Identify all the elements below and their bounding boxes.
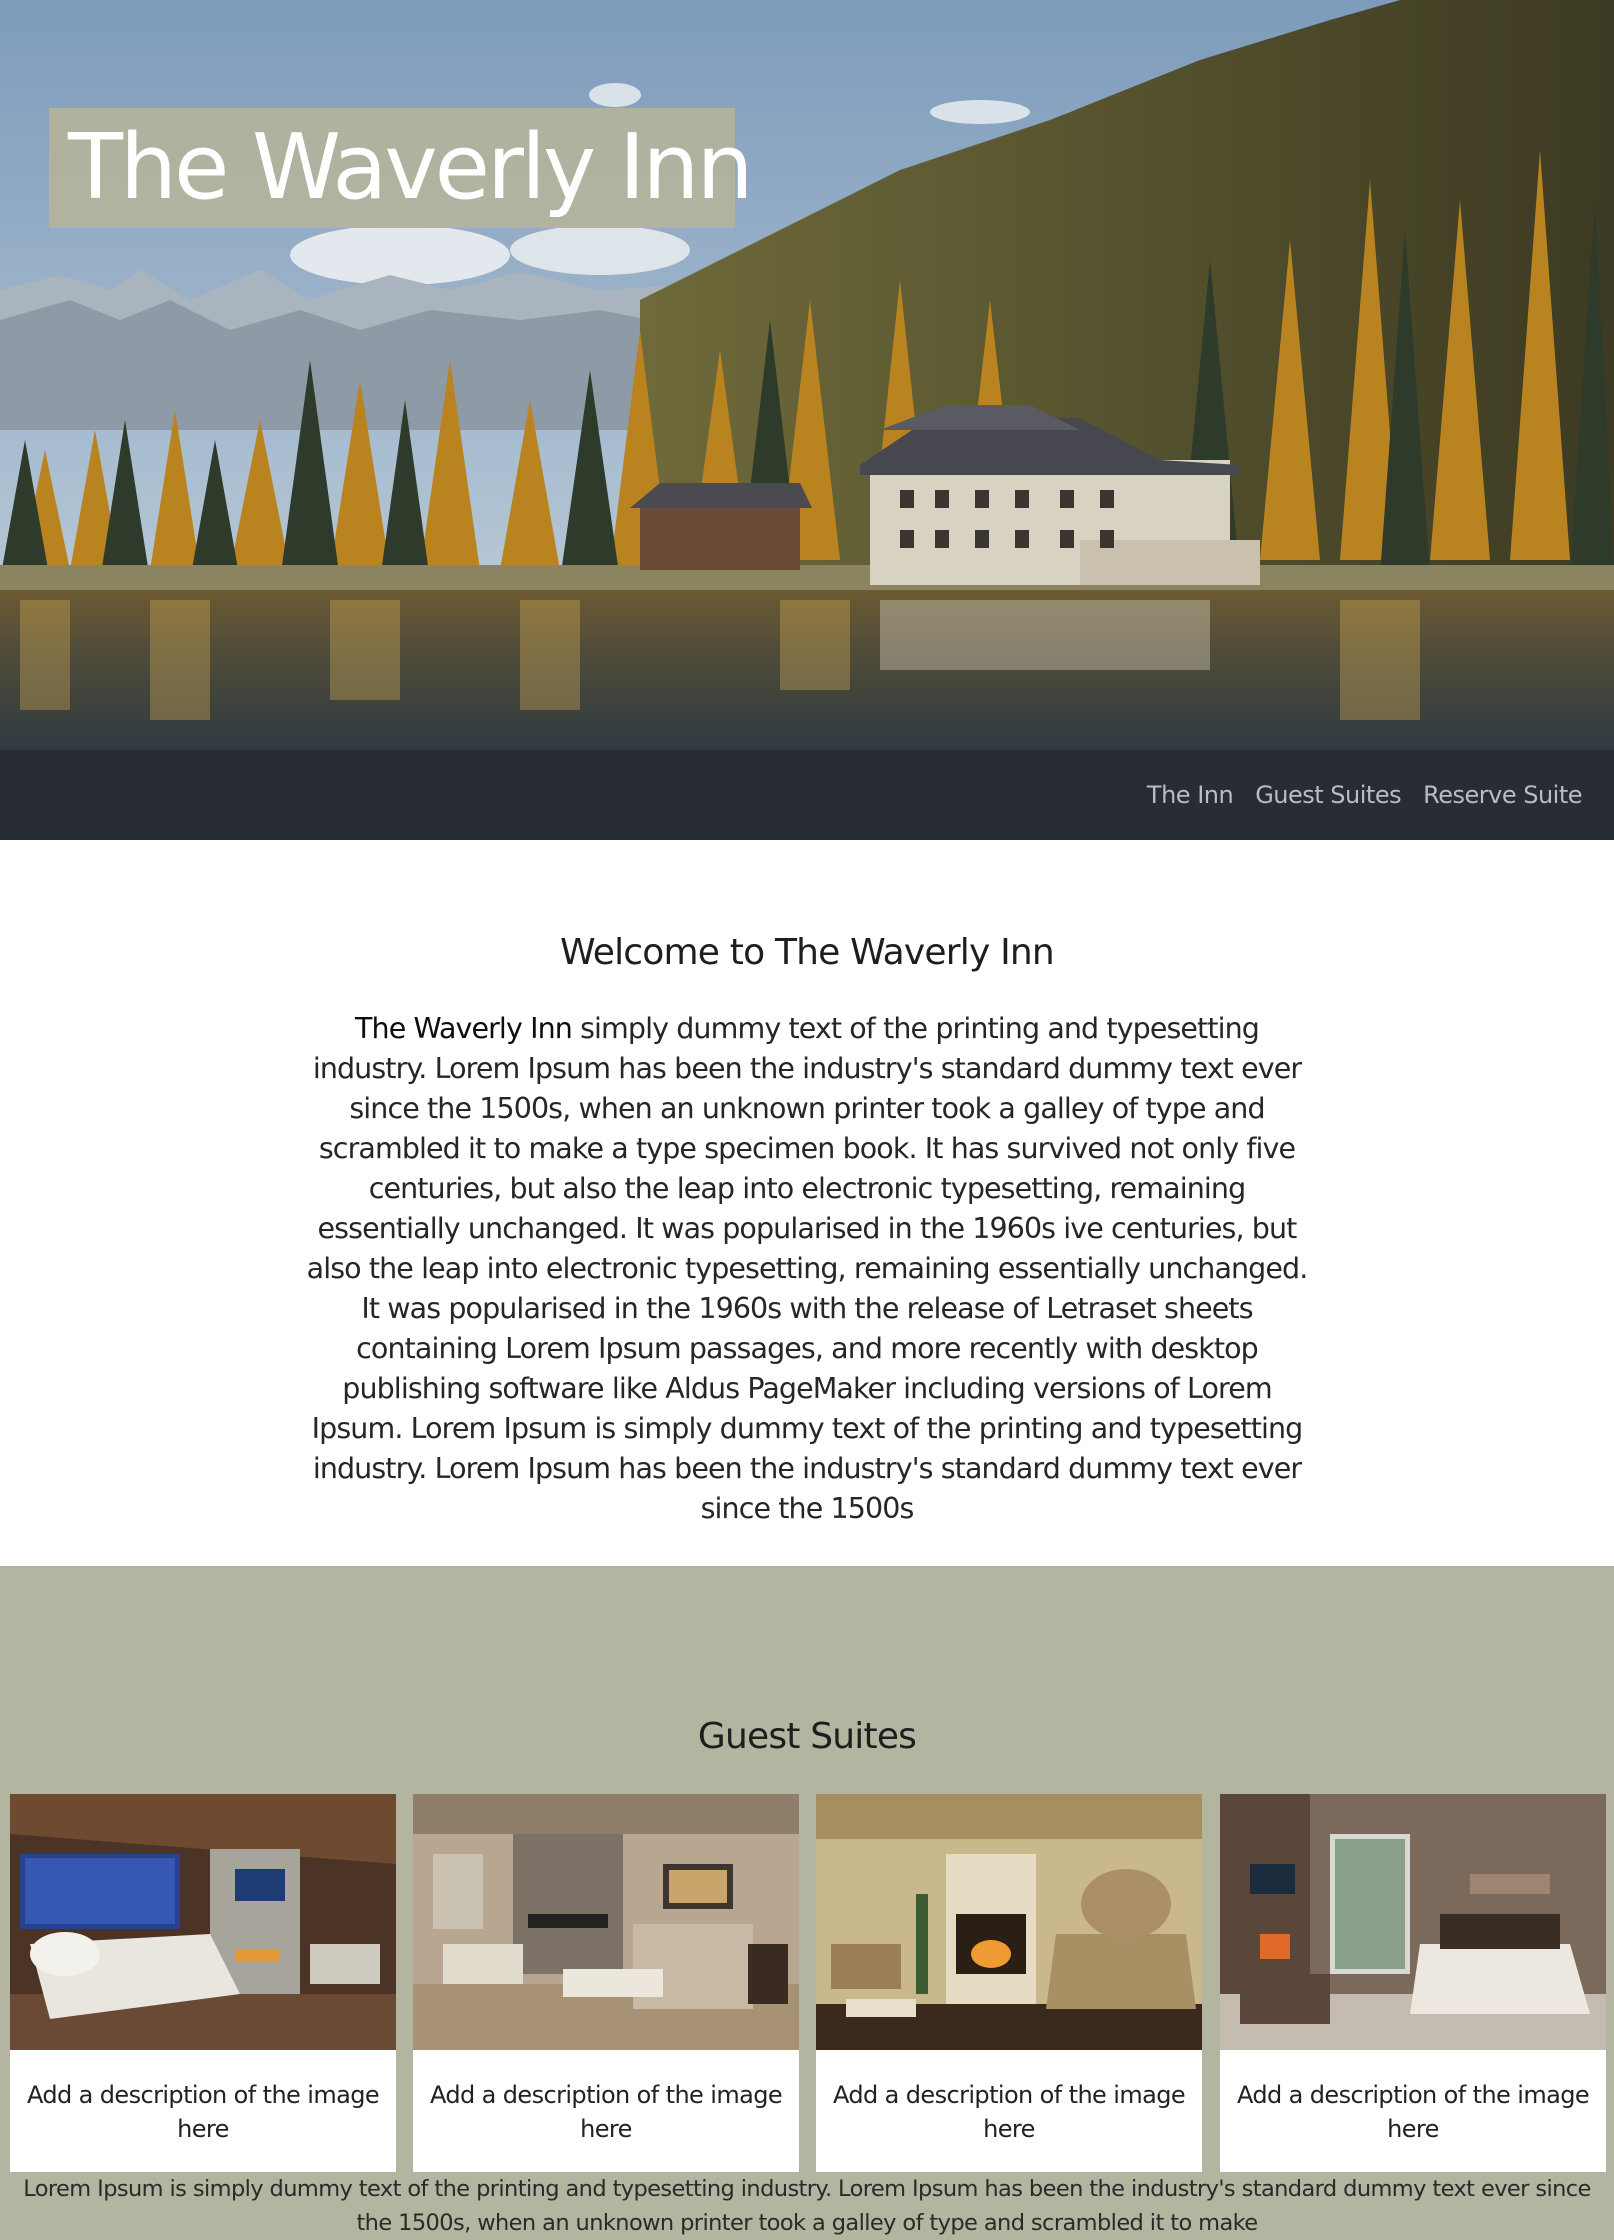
suite-card[interactable]: Add a description of the image here: [413, 1794, 799, 2172]
site-title: The Waverly Inn: [68, 115, 754, 220]
main-navigation: The Inn Guest Suites Reserve Suite: [0, 750, 1614, 840]
welcome-heading: Welcome to The Waverly Inn: [560, 932, 1055, 973]
suite-card[interactable]: Add a description of the image here: [10, 1794, 396, 2172]
suite-image-1: [10, 1794, 396, 2050]
suite-caption: Add a description of the image here: [429, 2081, 783, 2143]
nav-link-the-inn[interactable]: The Inn: [1147, 781, 1234, 809]
suites-footer-text: Lorem Ipsum is simply dummy text of the …: [23, 2176, 1591, 2236]
suite-caption: Add a description of the image here: [1236, 2081, 1590, 2143]
guest-suites-heading: Guest Suites: [697, 1716, 917, 1757]
nav-link-guest-suites[interactable]: Guest Suites: [1255, 781, 1401, 809]
hero-banner: The Waverly Inn: [0, 0, 1614, 750]
welcome-paragraph: The Waverly Inn simply dummy text of the…: [305, 1009, 1309, 1529]
welcome-body-text: simply dummy text of the printing and ty…: [306, 1012, 1309, 1525]
suite-image-4: [1220, 1794, 1606, 2050]
suite-card[interactable]: Add a description of the image here: [816, 1794, 1202, 2172]
nav-links: The Inn Guest Suites Reserve Suite: [1147, 750, 1583, 840]
suite-image-3: [816, 1794, 1202, 2050]
suite-card[interactable]: Add a description of the image here: [1220, 1794, 1606, 2172]
suite-caption: Add a description of the image here: [26, 2081, 380, 2143]
nav-link-reserve-suite[interactable]: Reserve Suite: [1423, 781, 1582, 809]
suite-image-2: [413, 1794, 799, 2050]
suite-caption: Add a description of the image here: [832, 2081, 1186, 2143]
welcome-lead: The Waverly Inn: [355, 1012, 573, 1045]
